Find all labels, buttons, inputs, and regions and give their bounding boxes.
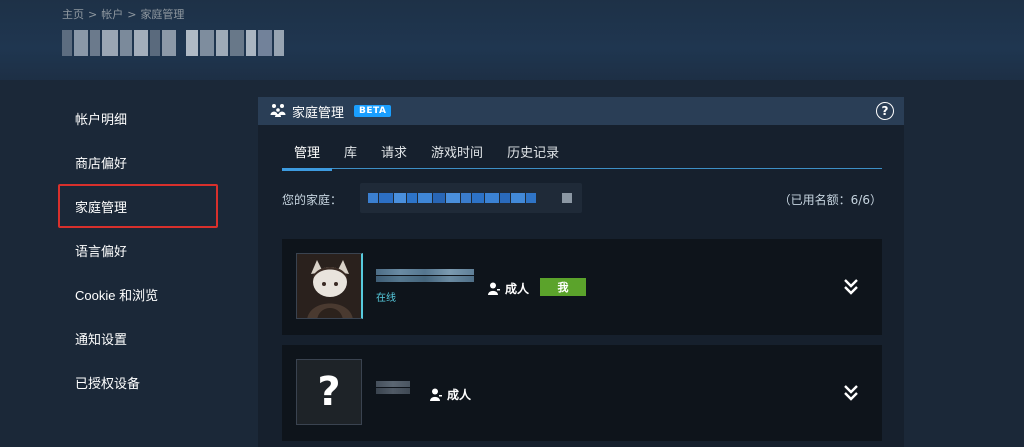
tab-playtime[interactable]: 游戏时间	[419, 147, 495, 169]
breadcrumb-separator: >	[127, 7, 137, 21]
sidebar-item-label: 语言偏好	[75, 243, 128, 259]
member-avatar[interactable]	[296, 253, 363, 319]
tab-history[interactable]: 历史记录	[495, 147, 571, 169]
panel-header: 家庭管理 BETA ?	[258, 97, 904, 125]
sidebar-item-label: 已授权设备	[75, 375, 141, 391]
member-name-redacted	[376, 269, 474, 282]
family-name-redacted	[368, 193, 536, 203]
family-name-field[interactable]	[360, 183, 582, 213]
sidebar-item-label: 家庭管理	[75, 199, 128, 215]
sidebar-item-notification-settings[interactable]: 通知设置	[58, 316, 218, 360]
beta-badge: BETA	[354, 105, 392, 117]
breadcrumb-home[interactable]: 主页	[62, 6, 84, 22]
family-icon	[270, 102, 286, 121]
tab-manage[interactable]: 管理	[282, 147, 333, 171]
sidebar: 帐户明细 商店偏好 家庭管理 语言偏好 Cookie 和浏览 通知设置 已授权设…	[58, 96, 218, 404]
sidebar-item-label: Cookie 和浏览	[75, 287, 159, 303]
sidebar-item-account-details[interactable]: 帐户明细	[58, 96, 218, 140]
page: 主页 > 帐户 > 家庭管理 帐户明细 商店偏好 家庭管理 语言偏好 Cooki…	[0, 0, 1024, 447]
sidebar-item-language-preferences[interactable]: 语言偏好	[58, 228, 218, 272]
family-label: 您的家庭：	[282, 193, 343, 207]
sidebar-item-label: 商店偏好	[75, 155, 128, 171]
chevron-double-down-icon[interactable]	[842, 383, 860, 403]
header-band: 主页 > 帐户 > 家庭管理	[0, 0, 1024, 80]
chevron-double-down-icon[interactable]	[842, 277, 860, 297]
member-name-redacted	[376, 381, 410, 394]
sidebar-item-label: 帐户明细	[75, 111, 128, 127]
sidebar-item-authorized-devices[interactable]: 已授权设备	[58, 360, 218, 404]
account-name-redacted	[62, 30, 284, 56]
sidebar-item-family-management[interactable]: 家庭管理	[58, 184, 218, 228]
panel-title: 家庭管理	[292, 105, 345, 121]
breadcrumb-account[interactable]: 帐户	[101, 6, 123, 22]
breadcrumb: 主页 > 帐户 > 家庭管理	[62, 6, 184, 22]
question-mark-avatar-icon[interactable]: ?	[296, 359, 362, 425]
member-role: 成人	[430, 386, 471, 403]
family-name-row: 您的家庭： （已用名额：6/6）	[282, 183, 882, 213]
tab-library[interactable]: 库	[332, 147, 369, 169]
member-role-label: 成人	[505, 282, 530, 296]
member-card: ? 成人	[282, 345, 882, 441]
member-role-label: 成人	[447, 388, 472, 402]
sidebar-item-cookies[interactable]: Cookie 和浏览	[58, 272, 218, 316]
tab-bar: 管理 库 请求 游戏时间 历史记录	[282, 147, 882, 171]
breadcrumb-separator: >	[88, 7, 98, 21]
sidebar-item-label: 通知设置	[75, 331, 128, 347]
help-circle-icon[interactable]: ?	[876, 102, 894, 120]
person-icon	[430, 388, 442, 401]
sidebar-item-store-preferences[interactable]: 商店偏好	[58, 140, 218, 184]
person-icon	[488, 282, 500, 295]
family-management-panel: 家庭管理 BETA ? 管理 库 请求 游戏时间 历史记录 您的家庭： （已用名…	[258, 97, 904, 447]
edit-indicator	[562, 193, 572, 203]
member-card: 在线 成人 我	[282, 239, 882, 335]
tab-requests[interactable]: 请求	[369, 147, 419, 169]
member-role: 成人	[488, 280, 529, 297]
member-status: 在线	[376, 293, 396, 304]
me-badge: 我	[540, 278, 586, 296]
breadcrumb-current: 家庭管理	[140, 8, 185, 21]
family-quota: （已用名额：6/6）	[778, 193, 882, 207]
